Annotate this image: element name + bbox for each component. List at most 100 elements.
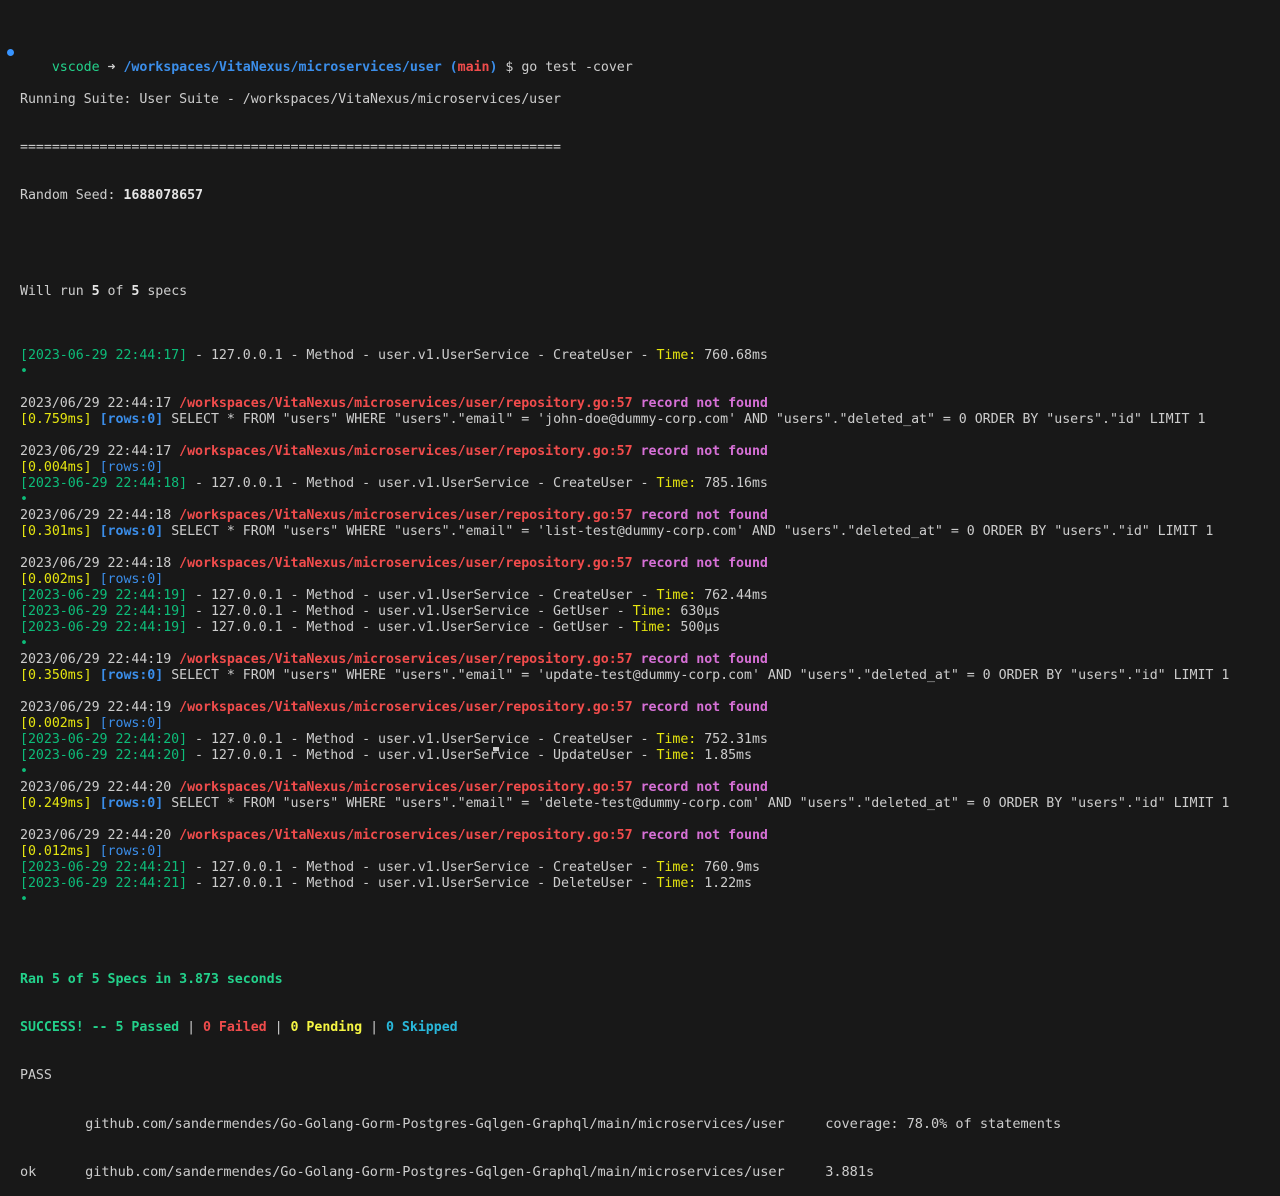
rpc-method: GetUser [553,604,609,619]
rpc-method: GetUser [553,620,609,635]
summary-skipped: 0 Skipped [386,1020,458,1035]
sql-pre: SELECT * FROM "users" WHERE "users"."ema… [163,668,546,683]
rpc-log-line: [2023-06-29 22:44:19] - 127.0.0.1 - Meth… [0,604,1280,620]
rpc-time-label: Time: [656,348,697,363]
sql-duration: [0.759ms] [20,412,92,427]
summary-sep: | [266,1020,291,1035]
rpc-timestamp: [2023-06-29 22:44:21] [20,860,188,875]
rpc-timestamp: [2023-06-29 22:44:20] [20,732,188,747]
rpc-log-line: [2023-06-29 22:44:21] - 127.0.0.1 - Meth… [0,860,1280,876]
rpc-time-value: 500µs [680,620,721,635]
sql-space [92,412,100,427]
rpc-mid: - 127.0.0.1 - Method - user.v1.UserServi… [187,348,554,363]
prompt-branch-open: ( [449,60,458,75]
sql-email: update-test@dummy-corp.com [545,668,752,683]
rpc-method: UpdateUser [553,748,633,763]
sql-duration: [0.301ms] [20,524,92,539]
prompt-line: vscode ➜ /workspaces/VitaNexus/microserv… [0,44,1280,75]
sql-post: ' AND "users"."deleted_at" = 0 ORDER BY … [751,796,1230,811]
rpc-mid: - 127.0.0.1 - Method - user.v1.UserServi… [187,732,554,747]
sql-rows-line: [0.004ms] [rows:0] [0,460,1280,476]
rpc-space [696,860,704,875]
sql-rows-line: [0.012ms] [rows:0] [0,844,1280,860]
gorm-space [171,396,179,411]
sql-space [92,796,100,811]
gorm-space [633,396,641,411]
rpc-timestamp: [2023-06-29 22:44:17] [20,348,188,363]
gorm-date: 2023/06/29 22:44:18 [20,556,172,571]
sql-email: list-test@dummy-corp.com [545,524,737,539]
rpc-time-value: 752.31ms [704,732,768,747]
gorm-space [633,508,641,523]
sql-rows: [rows:0] [99,716,164,731]
gorm-error-line: 2023/06/29 22:44:20 /workspaces/VitaNexu… [0,828,1280,844]
rpc-log-line: [2023-06-29 22:44:17] - 127.0.0.1 - Meth… [0,348,1280,364]
gorm-error-line: 2023/06/29 22:44:17 /workspaces/VitaNexu… [0,444,1280,460]
rpc-method: CreateUser [553,732,633,747]
rpc-timestamp: [2023-06-29 22:44:21] [20,876,188,891]
gorm-space [171,652,179,667]
rpc-time-value: 762.44ms [704,588,768,603]
command-status-dot-icon[interactable] [7,49,14,56]
coverage-line: github.com/sandermendes/Go-Golang-Gorm-P… [20,1116,1062,1132]
spec-progress-line: • [0,636,1280,652]
rpc-timestamp: [2023-06-29 22:44:19] [20,620,188,635]
sql-rows-line: [0.002ms] [rows:0] [0,716,1280,732]
rpc-method: CreateUser [553,860,633,875]
will-run: Will run 5 of 5 specs [0,284,1280,300]
gorm-date: 2023/06/29 22:44:19 [20,700,172,715]
sql-post: ' AND "users"."deleted_at" = 0 ORDER BY … [751,668,1230,683]
seed-value: 1688078657 [123,188,203,203]
gorm-source-path: /workspaces/VitaNexus/microservices/user… [179,652,633,667]
sql-duration: [0.012ms] [20,844,92,859]
summary-ran: Ran 5 of 5 Specs in 3.873 seconds [20,972,283,987]
rpc-time-value: 1.85ms [704,748,752,763]
rpc-method: DeleteUser [553,876,633,891]
sql-line: [0.759ms] [rows:0] SELECT * FROM "users"… [0,412,1280,428]
sql-pre: SELECT * FROM "users" WHERE "users"."ema… [163,524,546,539]
gorm-error-message: record not found [640,700,768,715]
rpc-time-value: 1.22ms [704,876,752,891]
rpc-sep: - [632,588,657,603]
rpc-sep: - [608,604,633,619]
prompt-command: go test -cover [521,60,633,75]
rpc-method: CreateUser [553,348,633,363]
suite-running: Running Suite: User Suite - /workspaces/… [20,92,561,107]
rpc-mid: - 127.0.0.1 - Method - user.v1.UserServi… [187,476,554,491]
will-run-suffix: specs [139,284,188,299]
rpc-log-line: [2023-06-29 22:44:18] - 127.0.0.1 - Meth… [0,476,1280,492]
sql-duration: [0.004ms] [20,460,92,475]
rpc-mid: - 127.0.0.1 - Method - user.v1.UserServi… [187,620,554,635]
gorm-error-message: record not found [640,396,768,411]
gorm-error-line: 2023/06/29 22:44:18 /workspaces/VitaNexu… [0,508,1280,524]
rpc-sep: - [632,476,657,491]
sql-rows: [rows:0] [99,412,164,427]
gorm-source-path: /workspaces/VitaNexus/microservices/user… [179,396,633,411]
rpc-sep: - [632,876,657,891]
sql-post: ' AND "users"."deleted_at" = 0 ORDER BY … [736,524,1214,539]
summary-sep: | [362,1020,386,1035]
sql-duration: [0.350ms] [20,668,92,683]
rpc-time-label: Time: [632,620,673,635]
rpc-sep: - [632,860,657,875]
seed-label: Random Seed: [20,188,124,203]
terminal-output[interactable]: vscode ➜ /workspaces/VitaNexus/microserv… [0,12,1280,1196]
gorm-space [171,556,179,571]
pass-line: PASS [20,1068,52,1083]
gorm-error-message: record not found [640,828,768,843]
rpc-mid: - 127.0.0.1 - Method - user.v1.UserServi… [187,876,554,891]
rpc-sep: - [632,348,657,363]
prompt-branch-close: ) [489,60,498,75]
gorm-date: 2023/06/29 22:44:18 [20,508,172,523]
gorm-error-message: record not found [640,556,768,571]
sql-space [92,716,100,731]
gorm-date: 2023/06/29 22:44:20 [20,780,172,795]
sql-email: delete-test@dummy-corp.com [545,796,752,811]
rpc-time-value: 630µs [680,604,721,619]
gorm-space [633,652,641,667]
summary-failed: 0 Failed [202,1020,267,1035]
rpc-time-label: Time: [632,604,673,619]
